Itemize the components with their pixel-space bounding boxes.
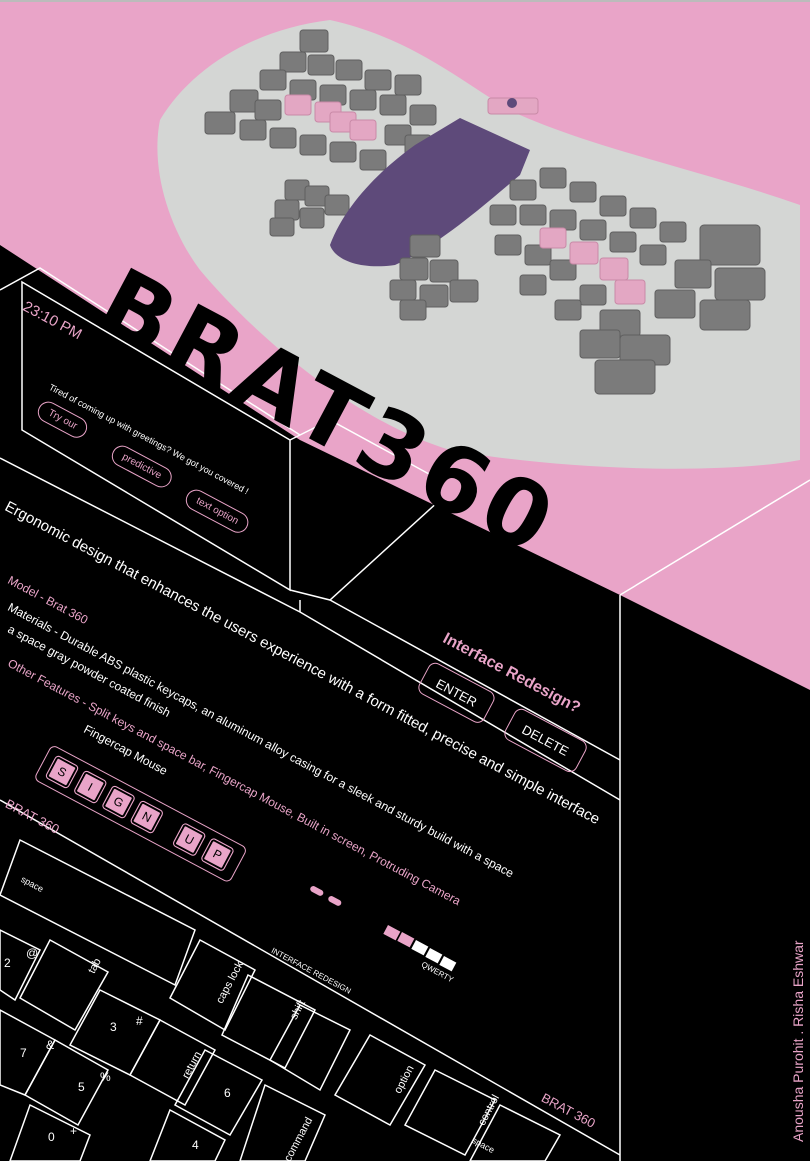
- signup-key-g[interactable]: G: [100, 784, 137, 820]
- poster: BRAT360 23:10 PM Tired of coming up with…: [0, 0, 810, 1161]
- key-3-label: 3: [110, 1020, 117, 1034]
- poster-background: [0, 0, 810, 1161]
- signup-key-p[interactable]: P: [199, 837, 236, 873]
- key-4-label: 4: [192, 1138, 199, 1152]
- key-5-label: 5: [78, 1080, 85, 1094]
- credits: Anousha Purohit . Risha Eshwar: [790, 940, 806, 1142]
- key-7-label: 7: [20, 1046, 27, 1060]
- key-at-label: @: [26, 946, 39, 960]
- key-plus-label: +: [70, 1124, 78, 1138]
- signup-key-n[interactable]: N: [129, 799, 165, 835]
- signup-key-i[interactable]: I: [72, 769, 108, 805]
- key-hash-label: #: [136, 1014, 143, 1028]
- signup-key-s[interactable]: S: [44, 754, 80, 790]
- key-amp-label: &: [46, 1038, 55, 1052]
- signup-key-u[interactable]: U: [171, 822, 207, 858]
- key-2-label: 2: [4, 956, 11, 970]
- key-0-label: 0: [48, 1130, 55, 1144]
- key-6-label: 6: [224, 1086, 231, 1100]
- key-pct-label: %: [100, 1070, 111, 1084]
